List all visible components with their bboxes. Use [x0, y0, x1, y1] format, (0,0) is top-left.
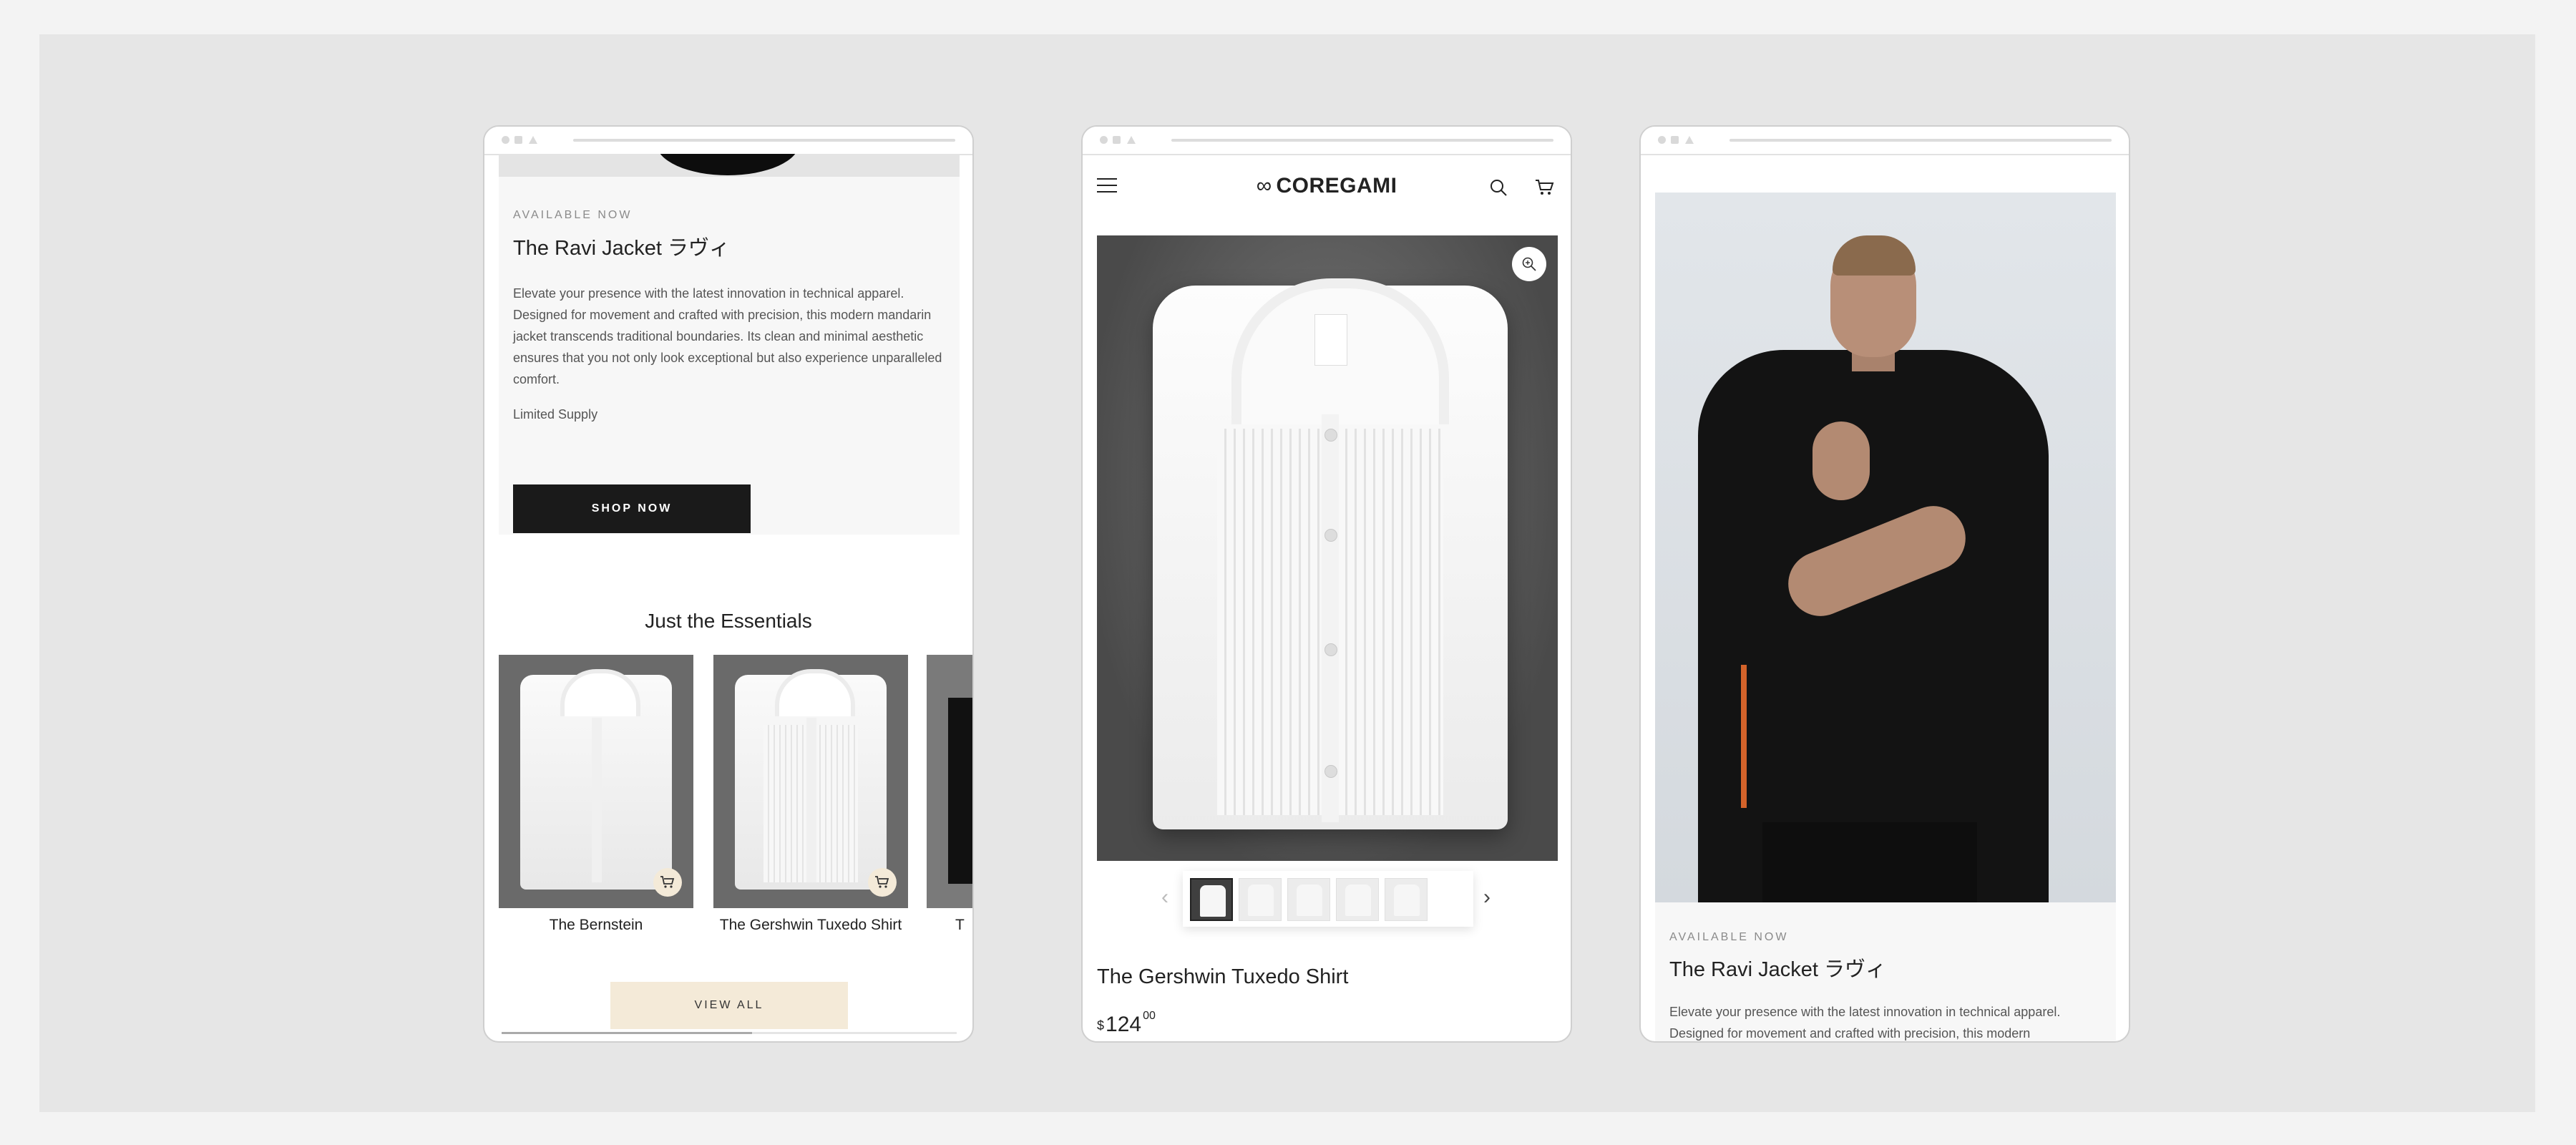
product-title: The Gershwin Tuxedo Shirt	[1097, 965, 1349, 988]
product-card[interactable]: The Gershwin Tuxedo Shirt	[713, 655, 908, 934]
supply-note: Limited Supply	[513, 407, 598, 422]
product-name[interactable]: The Bernstein	[499, 917, 693, 934]
thumbnail[interactable]	[1385, 878, 1428, 921]
product-main-image[interactable]	[1097, 235, 1558, 861]
section-title: Just the Essentials	[645, 610, 812, 632]
address-bar	[573, 139, 955, 142]
hero-image[interactable]	[1655, 193, 2116, 902]
product-image[interactable]	[499, 655, 693, 908]
thumbnail[interactable]	[1239, 878, 1282, 921]
zoom-icon[interactable]	[1512, 247, 1546, 281]
hero-info-block: AVAILABLE NOW The Ravi Jacket ラヴィ Elevat…	[1655, 902, 2116, 1041]
product-image[interactable]	[713, 655, 908, 908]
promo-title: The Ravi Jacket ラヴィ	[513, 237, 730, 260]
product-name[interactable]: T	[927, 917, 972, 934]
hero-title: The Ravi Jacket ラヴィ	[1669, 958, 1886, 981]
thumbnail[interactable]	[1336, 878, 1379, 921]
price-whole: 124	[1106, 1013, 1142, 1036]
hero-image-cropped	[499, 154, 960, 177]
shop-now-button[interactable]: SHOP NOW	[513, 484, 751, 533]
thumbnail-strip	[1183, 871, 1473, 927]
hero-eyebrow: AVAILABLE NOW	[1669, 931, 1789, 943]
browser-chrome	[484, 127, 972, 155]
search-icon[interactable]	[1489, 178, 1508, 197]
browser-chrome	[1083, 127, 1571, 155]
showcase-canvas: AVAILABLE NOW The Ravi Jacket ラヴィ Elevat…	[39, 34, 2535, 1112]
product-card[interactable]: T	[927, 655, 972, 934]
chrome-triangle-icon	[1685, 136, 1694, 144]
address-bar	[1729, 139, 2112, 142]
promo-block: AVAILABLE NOW The Ravi Jacket ラヴィ Elevat…	[499, 177, 960, 535]
hero-description: Elevate your presence with the latest in…	[1669, 1005, 2061, 1041]
chrome-circle-icon	[502, 136, 509, 144]
scrollbar-thumb[interactable]	[502, 1032, 752, 1034]
browser-chrome	[1641, 127, 2129, 155]
logo-text: COREGAMI	[1276, 174, 1397, 198]
chrome-square-icon	[514, 136, 522, 144]
chrome-circle-icon	[1658, 136, 1666, 144]
promo-eyebrow: AVAILABLE NOW	[513, 209, 633, 221]
address-bar	[1171, 139, 1553, 142]
product-image[interactable]	[927, 655, 972, 908]
phone-frame-feature: AVAILABLE NOW The Ravi Jacket ラヴィ Elevat…	[1639, 125, 2130, 1043]
chrome-circle-icon	[1100, 136, 1108, 144]
thumbnail[interactable]	[1287, 878, 1330, 921]
cart-icon[interactable]	[1535, 178, 1555, 197]
chrome-square-icon	[1671, 136, 1679, 144]
price-cents: 00	[1143, 1010, 1156, 1022]
view-all-button[interactable]: VIEW ALL	[610, 982, 848, 1029]
product-price: $124 00	[1097, 1010, 1156, 1037]
next-arrow-icon[interactable]: ›	[1483, 885, 1491, 910]
promo-description: Elevate your presence with the latest in…	[513, 286, 942, 386]
carousel-scrollbar[interactable]	[502, 1032, 957, 1034]
phone-frame-product: ∞ COREGAMI ‹ › The Gershwin Tuxedo Shirt…	[1081, 125, 1572, 1043]
site-header: ∞ COREGAMI	[1083, 155, 1571, 213]
product-card[interactable]: The Bernstein	[499, 655, 693, 934]
price-currency: $	[1097, 1018, 1105, 1033]
chrome-triangle-icon	[529, 136, 537, 144]
product-name[interactable]: The Gershwin Tuxedo Shirt	[713, 917, 908, 934]
add-to-cart-icon[interactable]	[653, 868, 682, 897]
thumbnail[interactable]	[1190, 878, 1233, 921]
phone-frame-home-scroll: AVAILABLE NOW The Ravi Jacket ラヴィ Elevat…	[483, 125, 974, 1043]
add-to-cart-icon[interactable]	[868, 868, 897, 897]
chrome-square-icon	[1113, 136, 1121, 144]
logo-mark: ∞	[1256, 174, 1272, 198]
chrome-triangle-icon	[1127, 136, 1136, 144]
prev-arrow-icon[interactable]: ‹	[1161, 885, 1169, 910]
